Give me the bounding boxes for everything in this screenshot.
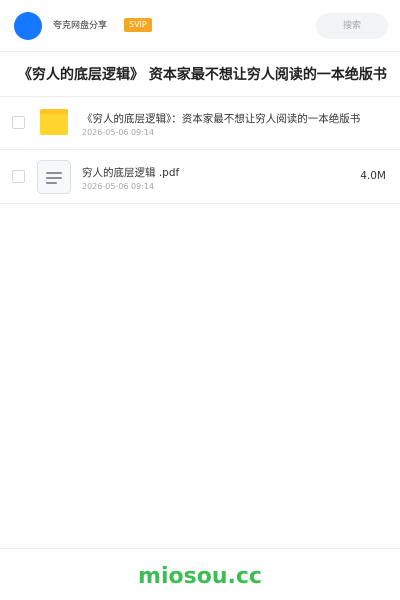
username: 夸克网盘分享 bbox=[53, 21, 108, 31]
row-checkbox[interactable] bbox=[12, 170, 25, 183]
share-title: 《穷人的底层逻辑》 资本家最不想让穷人阅读的一本绝版书 bbox=[18, 67, 387, 83]
avatar[interactable] bbox=[14, 12, 42, 40]
footer-bar: miosou.cc bbox=[0, 548, 400, 600]
file-date: 2026-05-06 09:14 bbox=[82, 128, 155, 137]
row-checkbox[interactable] bbox=[12, 116, 25, 129]
svip-badge: SVIP bbox=[124, 18, 152, 32]
search-box[interactable]: 搜索 bbox=[316, 13, 388, 39]
document-icon bbox=[37, 160, 71, 194]
file-row-pdf[interactable]: 穷人的底层逻辑 .pdf 2026-05-06 09:14 4.0M bbox=[0, 150, 400, 204]
file-size: 4.0M bbox=[360, 170, 386, 182]
site-logo-text[interactable]: miosou.cc bbox=[0, 564, 400, 590]
file-date: 2026-05-06 09:14 bbox=[82, 182, 155, 191]
top-bar: 夸克网盘分享 SVIP 搜索 bbox=[0, 0, 400, 52]
folder-icon bbox=[40, 109, 68, 135]
file-name: 穷人的底层逻辑 .pdf bbox=[82, 167, 180, 179]
file-row-folder[interactable]: 《穷人的底层逻辑》：资本家最不想让穷人阅读的一本绝版书 2026-05-06 0… bbox=[0, 96, 400, 150]
file-name: 《穷人的底层逻辑》：资本家最不想让穷人阅读的一本绝版书 bbox=[82, 113, 361, 125]
